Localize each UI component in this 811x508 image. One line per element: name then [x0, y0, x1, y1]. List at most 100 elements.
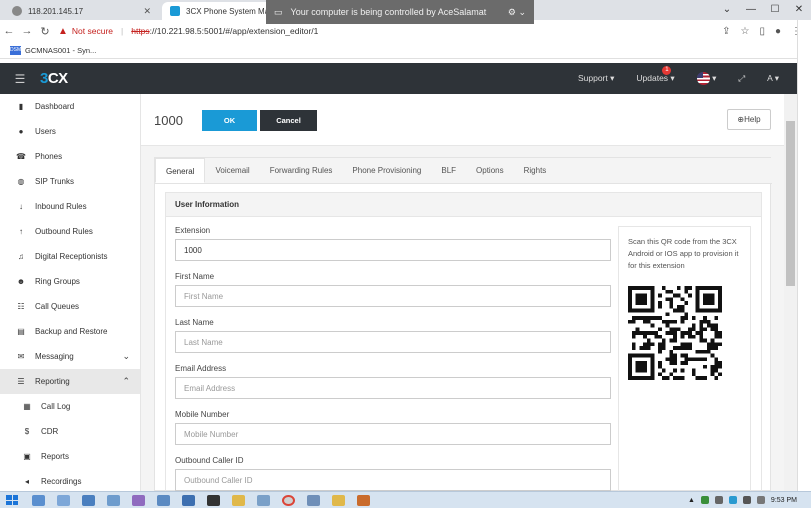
forward-icon[interactable]: →	[18, 25, 36, 37]
bar-chart-icon: ▮	[18, 102, 24, 111]
outbound-caller-id-input[interactable]	[175, 469, 611, 491]
sidebar-item-cdr[interactable]: $ CDR	[0, 419, 140, 444]
back-icon[interactable]: ←	[0, 25, 18, 37]
folder-icon[interactable]	[332, 494, 345, 506]
tab-options[interactable]: Options	[466, 158, 514, 183]
tray-icon[interactable]	[700, 496, 709, 504]
minimize-icon[interactable]: —	[739, 0, 763, 20]
support-menu[interactable]: Support ▾	[578, 73, 614, 84]
scrollbar-thumb[interactable]	[786, 121, 795, 286]
sidebar-item-label: Phones	[35, 152, 63, 161]
app-icon[interactable]	[257, 494, 270, 506]
user-menu[interactable]: A ▾	[767, 73, 779, 84]
close-window-icon[interactable]: ✕	[787, 0, 811, 20]
qr-box: Scan this QR code from the 3CX Android o…	[618, 226, 751, 491]
sidebar-item-phones[interactable]: ☎ Phones	[0, 144, 140, 169]
scrollbar[interactable]	[784, 94, 797, 491]
terminal-icon[interactable]	[207, 494, 220, 506]
tab-forwarding-rules[interactable]: Forwarding Rules	[260, 158, 343, 183]
tab-rights[interactable]: Rights	[514, 158, 557, 183]
app-icon[interactable]	[182, 494, 195, 506]
tab-voicemail[interactable]: Voicemail	[205, 158, 259, 183]
tab-phone-provisioning[interactable]: Phone Provisioning	[342, 158, 431, 183]
hamburger-icon[interactable]: ☰	[0, 72, 40, 86]
windows-taskbar: ▲ 9:53 PM	[0, 491, 811, 508]
explorer-icon[interactable]	[32, 494, 45, 506]
help-button[interactable]: ⊕Help	[727, 109, 771, 130]
email-address-input[interactable]	[175, 377, 611, 399]
fullscreen-icon[interactable]: ⤢	[738, 73, 745, 84]
bookmark-gcmnas[interactable]: GCMNAS001 - Syn...	[25, 46, 96, 55]
app-icon[interactable]	[57, 494, 70, 506]
url-text: ://10.221.98.5:5001/#/app/extension_edit…	[149, 26, 319, 36]
tab-general[interactable]: General	[155, 158, 206, 183]
reload-icon[interactable]: ↻	[36, 25, 54, 38]
windows-start-icon[interactable]	[4, 493, 20, 507]
sidebar-item-messaging[interactable]: ✉ Messaging ⌄	[0, 344, 140, 369]
browser-tab-remote[interactable]: 118.201.145.17 ✕	[4, 2, 159, 20]
sidebar-item-backup-and-restore[interactable]: ▤ Backup and Restore	[0, 319, 140, 344]
ok-button[interactable]: OK	[202, 110, 257, 131]
sidebar-item-call-log[interactable]: ▦ Call Log	[0, 394, 140, 419]
maximize-icon[interactable]: ☐	[763, 0, 787, 20]
extension-input[interactable]	[175, 239, 611, 261]
app-icon[interactable]	[307, 494, 320, 506]
sidebar-item-ring-groups[interactable]: ☻ Ring Groups	[0, 269, 140, 294]
sidebar-item-reports[interactable]: ▣ Reports	[0, 444, 140, 469]
mobile-number-input[interactable]	[175, 423, 611, 445]
first-name-input[interactable]	[175, 285, 611, 307]
app-icon[interactable]	[357, 494, 370, 506]
network-icon[interactable]	[742, 496, 751, 504]
app-icon[interactable]	[132, 494, 145, 506]
background-window-edge	[797, 20, 811, 491]
sidebar-item-label: Backup and Restore	[35, 327, 108, 336]
sidebar-item-recordings[interactable]: ◂ Recordings	[0, 469, 140, 491]
app-icon[interactable]	[107, 494, 120, 506]
url-scheme: https	[131, 26, 150, 36]
app-icon[interactable]	[157, 494, 170, 506]
folder-icon[interactable]	[232, 494, 245, 506]
user-icon: ●	[18, 127, 24, 136]
chevron-down-icon[interactable]: ⌄	[122, 351, 130, 362]
star-icon[interactable]: ☆	[740, 26, 749, 37]
sidebar-item-label: Recordings	[41, 477, 82, 486]
email-address-label: Email Address	[175, 364, 227, 373]
close-icon[interactable]: ✕	[143, 6, 151, 17]
last-name-input[interactable]	[175, 331, 611, 353]
updates-menu[interactable]: Updates ▾ 1	[636, 66, 675, 84]
phone-icon: ☎	[16, 152, 26, 161]
clock[interactable]: 9:53 PM	[771, 497, 797, 504]
sidebar-item-label: Digital Receptionists	[35, 252, 108, 261]
sidebar-item-inbound-rules[interactable]: ↓ Inbound Rules	[0, 194, 140, 219]
chevron-up-icon[interactable]: ⌃	[122, 376, 130, 387]
tray-icon[interactable]	[714, 496, 723, 504]
section-title: User Information	[166, 193, 761, 217]
share-icon[interactable]: ⇪	[722, 26, 730, 37]
window-controls: ⌄ — ☐ ✕	[715, 0, 811, 20]
sidepanel-icon[interactable]: ▯	[759, 26, 765, 37]
chevron-down-icon[interactable]: ⌄	[715, 0, 739, 20]
screen-share-icon: ▭	[274, 6, 283, 17]
tab-blf[interactable]: BLF	[431, 158, 466, 183]
cancel-button[interactable]: Cancel	[260, 110, 317, 131]
tray-up-icon[interactable]: ▲	[688, 497, 695, 504]
chrome-icon[interactable]	[282, 494, 295, 506]
volume-icon[interactable]	[756, 496, 765, 504]
tab-title: 118.201.145.17	[28, 6, 84, 16]
globe-icon	[12, 6, 22, 16]
app-icon[interactable]	[82, 494, 95, 506]
sidebar-item-call-queues[interactable]: ☷ Call Queues	[0, 294, 140, 319]
sidebar-item-label: Call Log	[41, 402, 71, 411]
sidebar-item-dashboard[interactable]: ▮ Dashboard	[0, 94, 140, 119]
sidebar-item-digital-receptionists[interactable]: ♫ Digital Receptionists	[0, 244, 140, 269]
language-menu[interactable]: ▾	[696, 72, 716, 85]
omnibox[interactable]: ▲ Not secure | https ://10.221.98.5:5001…	[58, 22, 698, 40]
gear-icon[interactable]: ⚙ ⌄	[508, 7, 526, 18]
tray-icon[interactable]	[728, 496, 737, 504]
sidebar-item-sip-trunks[interactable]: ◍ SIP Trunks	[0, 169, 140, 194]
editor-toolbar: 1000 OK Cancel ⊕Help	[141, 94, 784, 146]
sidebar-item-users[interactable]: ● Users	[0, 119, 140, 144]
sidebar-item-outbound-rules[interactable]: ↑ Outbound Rules	[0, 219, 140, 244]
sidebar-item-reporting[interactable]: ☰ Reporting ⌃	[0, 369, 140, 394]
profile-icon[interactable]: ●	[775, 26, 781, 37]
